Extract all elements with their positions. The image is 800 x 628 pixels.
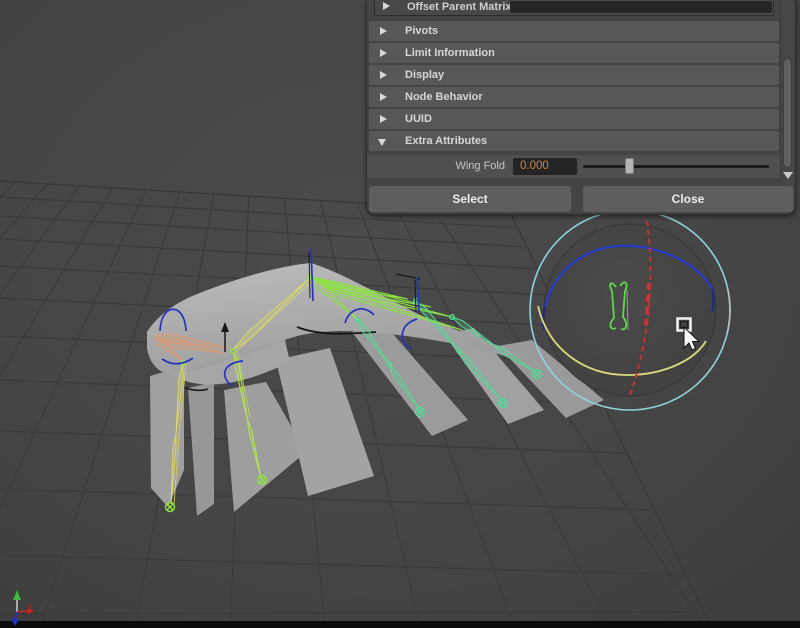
section-node-behavior[interactable]: Node Behavior [369, 87, 779, 107]
wing-fold-slider[interactable] [583, 155, 769, 178]
slider-handle[interactable] [625, 158, 634, 174]
select-button[interactable]: Select [369, 186, 571, 212]
wing-fold-value-field[interactable]: 0.000 [513, 158, 577, 175]
panel-scrollbar[interactable] [780, 0, 794, 181]
section-pivots[interactable]: Pivots [369, 21, 779, 41]
section-label: Display [405, 65, 444, 85]
scrollbar-thumb[interactable] [783, 58, 792, 168]
section-label: Node Behavior [405, 87, 483, 107]
maya-viewport-window: x Offset Parent Matrix Pivots Limit Info… [0, 0, 800, 628]
scroll-down-arrow-icon[interactable] [783, 172, 793, 179]
viewport-bottom-bar [0, 621, 800, 628]
expand-arrow-icon [383, 2, 390, 10]
section-offset-parent-matrix[interactable]: Offset Parent Matrix [374, 0, 774, 16]
expand-arrow-icon [380, 27, 387, 35]
section-label: Limit Information [405, 43, 495, 63]
section-display[interactable]: Display [369, 65, 779, 85]
close-button[interactable]: Close [583, 186, 793, 212]
section-label: Pivots [405, 21, 438, 41]
section-uuid[interactable]: UUID [369, 109, 779, 129]
manipulator-sphere [544, 224, 716, 396]
collapse-arrow-icon [378, 139, 386, 146]
x-axis-label: x [28, 603, 32, 610]
slider-track[interactable] [583, 165, 769, 168]
expand-arrow-icon [380, 115, 387, 123]
section-label: Extra Attributes [405, 131, 487, 151]
section-extra-attributes[interactable]: Extra Attributes [369, 131, 779, 151]
expand-arrow-icon [380, 49, 387, 57]
expand-arrow-icon [380, 71, 387, 79]
wing-fold-attribute-row: Wing Fold 0.000 [367, 155, 781, 178]
attribute-editor-panel: Offset Parent Matrix Pivots Limit Inform… [366, 0, 796, 215]
attribute-label: Wing Fold [367, 155, 505, 178]
matrix-field [510, 1, 772, 13]
section-label: UUID [405, 109, 432, 129]
section-limit-information[interactable]: Limit Information [369, 43, 779, 63]
expand-arrow-icon [380, 93, 387, 101]
section-label: Offset Parent Matrix [407, 0, 512, 15]
